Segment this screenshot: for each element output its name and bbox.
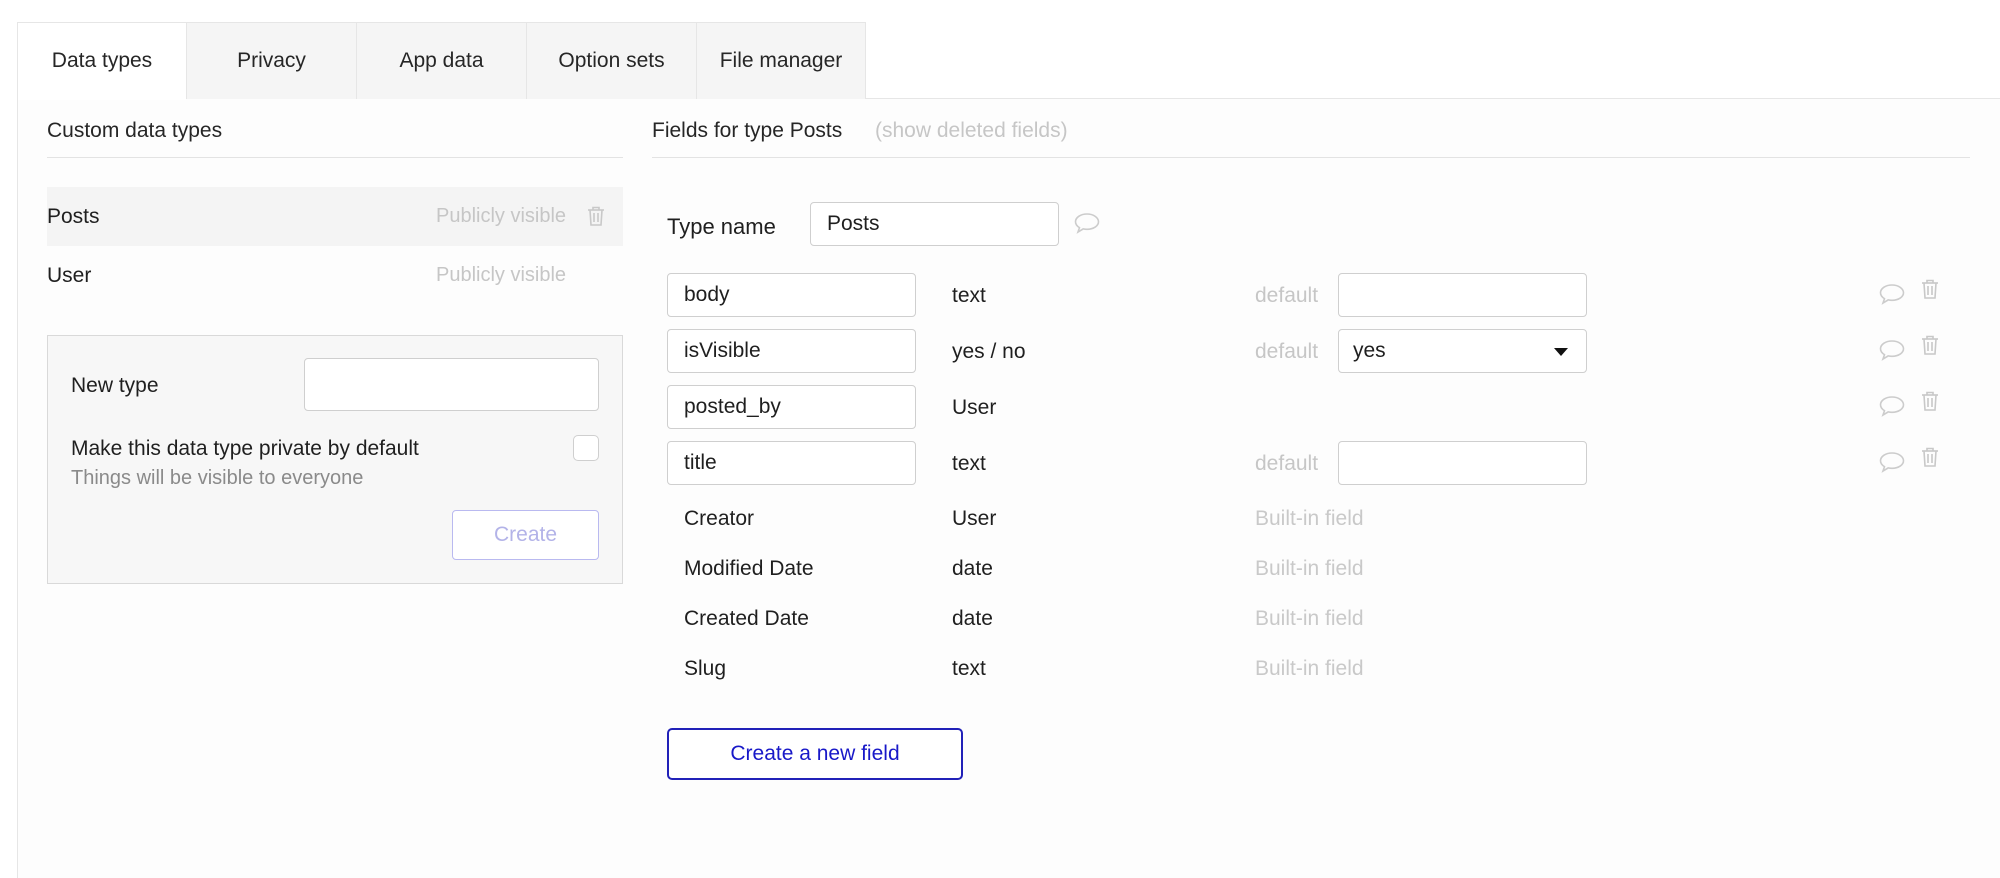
tab-privacy[interactable]: Privacy (187, 22, 357, 99)
builtin-field-name: Created Date (684, 607, 809, 630)
trash-icon[interactable] (1920, 390, 1940, 417)
builtin-field-name: Slug (684, 657, 727, 680)
tab-file-manager[interactable]: File manager (697, 22, 866, 99)
field-type: text (952, 284, 986, 307)
new-type-form: New type Make this data type private by … (47, 335, 623, 584)
comment-icon[interactable] (1878, 451, 1906, 478)
type-row-user[interactable]: User Publicly visible (47, 246, 623, 305)
custom-data-types-title: Custom data types (47, 119, 223, 142)
default-label: default (1255, 284, 1319, 307)
comment-icon[interactable] (1073, 212, 1101, 239)
create-type-button[interactable]: Create (452, 510, 599, 560)
field-type: User (952, 396, 997, 419)
comment-icon[interactable] (1878, 395, 1906, 422)
type-name: User (47, 263, 92, 287)
builtin-field-type: date (952, 607, 993, 630)
private-default-hint: Things will be visible to everyone (71, 467, 364, 489)
fields-title: Fields for type Posts (652, 119, 843, 142)
private-default-label: Make this data type private by default (71, 437, 419, 460)
field-name-input[interactable]: posted_by (667, 385, 916, 429)
tab-data-types[interactable]: Data types (17, 22, 187, 99)
private-default-checkbox[interactable] (573, 435, 599, 461)
chevron-down-icon (1554, 348, 1568, 356)
type-name-input[interactable]: Posts (810, 202, 1059, 246)
right-divider (652, 157, 1970, 158)
type-name: Posts (47, 204, 100, 228)
tab-option-sets[interactable]: Option sets (527, 22, 697, 99)
builtin-field-type: date (952, 557, 993, 580)
trash-icon[interactable] (1920, 446, 1940, 473)
create-new-field-button[interactable]: Create a new field (667, 728, 963, 780)
field-name-input[interactable]: isVisible (667, 329, 916, 373)
trash-icon[interactable] (1920, 334, 1940, 361)
builtin-field-type: text (952, 657, 986, 680)
comment-icon[interactable] (1878, 339, 1906, 366)
builtin-field-name: Modified Date (684, 557, 814, 580)
field-default-input[interactable] (1338, 441, 1587, 485)
tab-bar: Data types Privacy App data Option sets … (17, 22, 866, 99)
new-type-label: New type (71, 374, 159, 397)
type-row-posts[interactable]: Posts Publicly visible (47, 187, 623, 246)
field-default-select[interactable]: yes (1338, 329, 1587, 373)
type-visibility: Publicly visible (436, 264, 567, 286)
type-name-label: Type name (667, 214, 776, 239)
builtin-field-label: Built-in field (1255, 507, 1364, 530)
field-type: yes / no (952, 340, 1026, 363)
new-type-input[interactable] (304, 358, 599, 411)
field-name-input[interactable]: body (667, 273, 916, 317)
field-name-input[interactable]: title (667, 441, 916, 485)
field-type: text (952, 452, 986, 475)
left-divider (47, 157, 623, 158)
default-label: default (1255, 452, 1319, 475)
select-value: yes (1353, 339, 1386, 362)
type-visibility: Publicly visible (436, 205, 567, 227)
default-label: default (1255, 340, 1319, 363)
field-default-input[interactable] (1338, 273, 1587, 317)
show-deleted-fields-link[interactable]: (show deleted fields) (875, 119, 1068, 143)
tab-app-data[interactable]: App data (357, 22, 527, 99)
builtin-field-name: Creator (684, 507, 755, 530)
trash-icon[interactable] (586, 205, 606, 233)
builtin-field-label: Built-in field (1255, 607, 1364, 630)
builtin-field-label: Built-in field (1255, 557, 1364, 580)
builtin-field-label: Built-in field (1255, 657, 1364, 680)
comment-icon[interactable] (1878, 283, 1906, 310)
active-tab-join (18, 97, 186, 100)
trash-icon[interactable] (1920, 278, 1940, 305)
builtin-field-type: User (952, 507, 997, 530)
